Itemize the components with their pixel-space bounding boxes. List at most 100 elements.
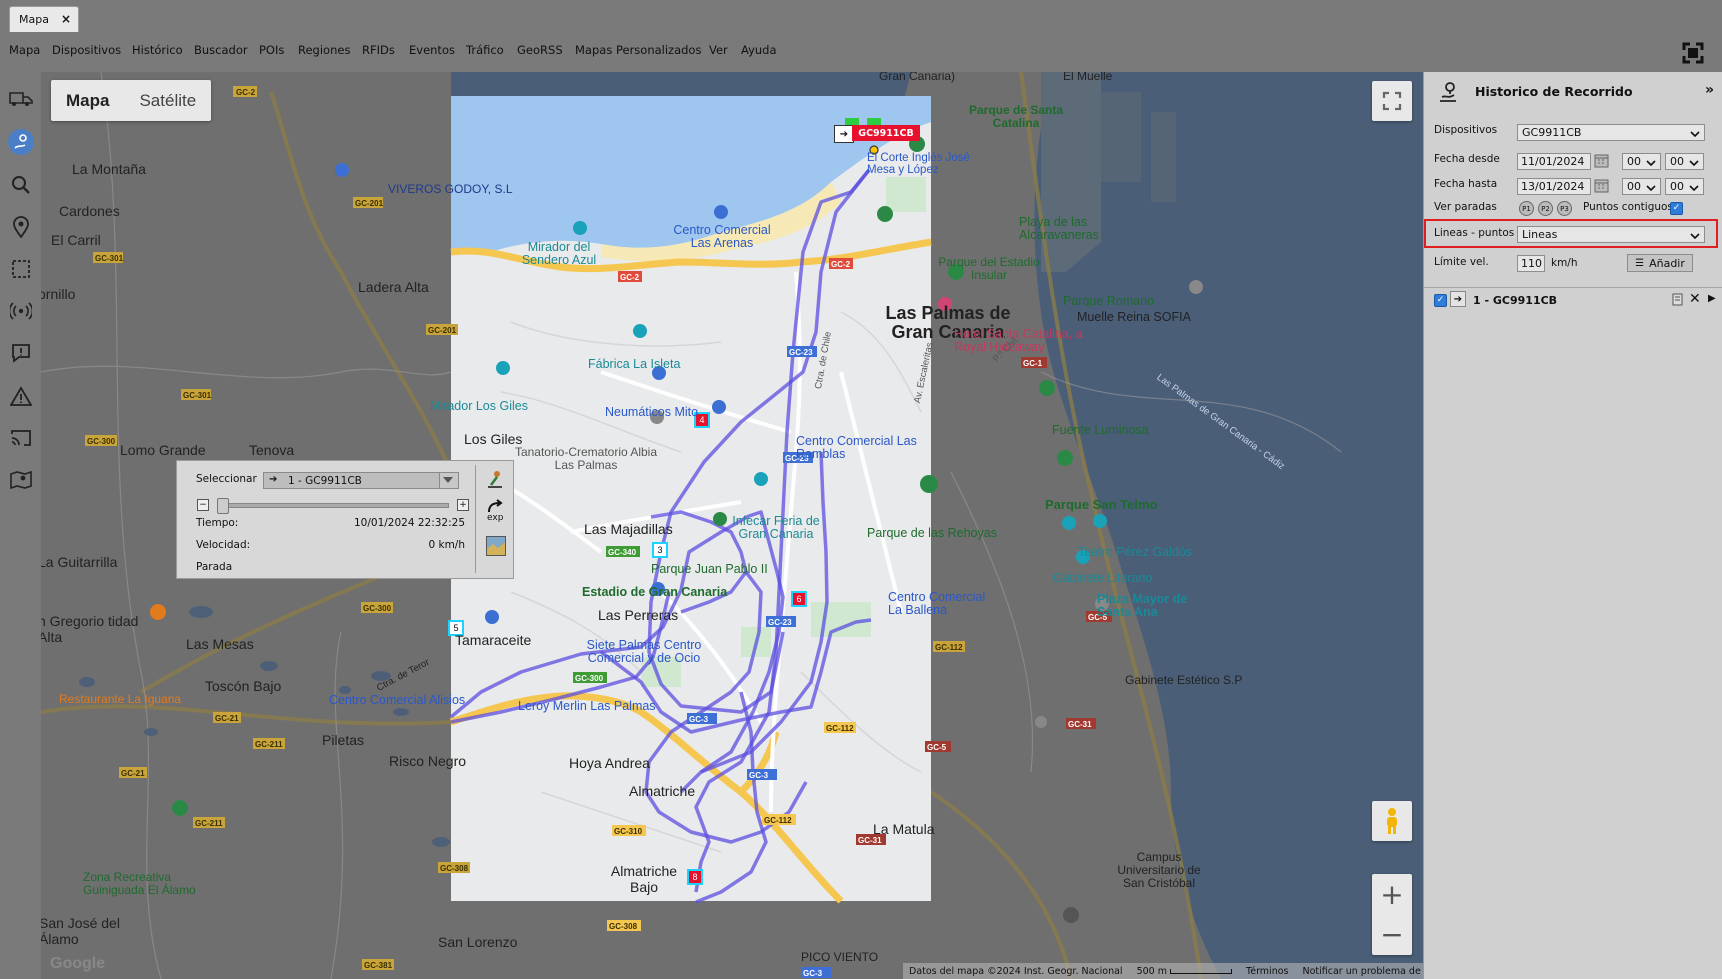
- menu-rfids[interactable]: RFIDs: [362, 43, 395, 57]
- time-slider-handle[interactable]: [217, 498, 229, 514]
- map-label: Teatro Pérez Galdós: [1078, 545, 1192, 559]
- play-route-icon[interactable]: [485, 469, 505, 489]
- alert-icon[interactable]: [8, 383, 34, 409]
- svg-text:GC-300: GC-300: [363, 604, 392, 613]
- date-to-input[interactable]: 13/01/2024: [1517, 178, 1591, 195]
- map-label: El Corte Inglés José Mesa y López: [867, 152, 970, 176]
- rfid-signal-icon[interactable]: [8, 298, 34, 324]
- zoom-out-button[interactable]: −: [1372, 914, 1412, 954]
- map-thumbnail-icon[interactable]: [486, 536, 506, 556]
- add-button[interactable]: ☰ Añadir: [1627, 254, 1693, 272]
- stop-marker-3[interactable]: 3: [652, 542, 668, 558]
- stop-filter-p2[interactable]: P2: [1538, 201, 1553, 216]
- collapse-icon[interactable]: »: [1705, 82, 1714, 98]
- menu-historico[interactable]: Histórico: [132, 43, 183, 57]
- svg-text:GC-201: GC-201: [355, 199, 384, 208]
- menu-ver[interactable]: Ver: [709, 43, 728, 57]
- message-icon[interactable]: [8, 340, 34, 366]
- cast-icon[interactable]: [8, 425, 34, 451]
- speed-label: Velocidad:: [196, 539, 251, 551]
- date-to-hour-select[interactable]: 00: [1622, 178, 1661, 195]
- menu-regiones[interactable]: Regiones: [298, 43, 350, 57]
- calendar-icon[interactable]: [1594, 153, 1609, 168]
- map-fullscreen-button[interactable]: [1372, 81, 1412, 121]
- slider-plus-button[interactable]: +: [457, 499, 469, 511]
- map-type-satellite-button[interactable]: Satélite: [124, 80, 211, 121]
- svg-text:GC-31: GC-31: [858, 836, 882, 845]
- status-text: Parada: [196, 561, 233, 573]
- contiguous-checkbox[interactable]: ✓: [1670, 202, 1683, 215]
- menu-mapa[interactable]: Mapa: [9, 43, 40, 57]
- map-label: Tanatorio-Crematorio Albia Las Palmas: [514, 445, 658, 472]
- devices-label: Dispositivos: [1434, 124, 1498, 136]
- map-label: Zona Recreativa Guiniguada El Álamo: [83, 870, 196, 897]
- expand-arrow-icon[interactable]: ▶: [1708, 293, 1716, 304]
- map-label: Playa de las Alcaravaneras: [1019, 215, 1099, 242]
- svg-text:GC-211: GC-211: [195, 819, 223, 828]
- stop-filter-p1[interactable]: P1: [1519, 201, 1534, 216]
- time-slider-track[interactable]: [217, 503, 449, 508]
- stop-marker-6[interactable]: 6: [791, 591, 807, 607]
- date-to-minute-select[interactable]: 00: [1665, 178, 1704, 195]
- menu-mapas-personalizados[interactable]: Mapas Personalizados: [575, 43, 701, 57]
- speed-limit-input[interactable]: 110: [1517, 255, 1545, 272]
- slider-minus-button[interactable]: −: [197, 499, 209, 511]
- menu-bar: Mapa Dispositivos Histórico Buscador POI…: [0, 35, 1722, 72]
- map-type-mapa-button[interactable]: Mapa: [51, 80, 124, 121]
- export-arrow-icon[interactable]: [487, 499, 505, 513]
- map-terms-link[interactable]: Términos: [1246, 966, 1288, 977]
- route-history-icon[interactable]: [8, 129, 34, 155]
- map-label: Neumáticos Mito: [605, 405, 699, 419]
- add-button-label: Añadir: [1649, 256, 1685, 270]
- fullscreen-app-icon[interactable]: [1682, 42, 1704, 64]
- map-label: Fábrica La Isleta: [588, 357, 681, 371]
- time-value: 10/01/2024 22:32:25: [353, 517, 465, 529]
- map-label: Almatriche: [629, 783, 696, 799]
- svg-text:GC-5: GC-5: [927, 743, 947, 752]
- device-select[interactable]: ➔ 1 - GC9911CB: [263, 472, 459, 489]
- map-type-control: Mapa Satélite: [51, 80, 212, 121]
- menu-dispositivos[interactable]: Dispositivos: [52, 43, 121, 57]
- zoom-control: + −: [1372, 874, 1412, 955]
- map-label: Los Giles: [464, 431, 523, 447]
- stops-label: Ver paradas: [1434, 201, 1497, 213]
- map-label: Mirador Los Giles: [430, 399, 528, 413]
- vehicle-direction-icon: ➔: [834, 125, 854, 143]
- menu-buscador[interactable]: Buscador: [194, 43, 248, 57]
- remove-route-icon[interactable]: ✕: [1689, 291, 1701, 307]
- map-pin-icon[interactable]: [8, 467, 34, 493]
- svg-text:GC-300: GC-300: [87, 437, 116, 446]
- menu-eventos[interactable]: Eventos: [409, 43, 455, 57]
- menu-trafico[interactable]: Tráfico: [466, 43, 504, 57]
- export-label[interactable]: exp: [487, 513, 503, 523]
- devices-select[interactable]: GC9911CB: [1517, 124, 1705, 141]
- route-entry-checkbox[interactable]: ✓: [1434, 294, 1447, 307]
- map-label: Centro Comercial La Ballena: [888, 590, 986, 617]
- zoom-in-button[interactable]: +: [1372, 874, 1412, 914]
- street-view-pegman-icon[interactable]: [1372, 801, 1412, 841]
- date-from-hour-select[interactable]: 00: [1622, 153, 1661, 170]
- date-to-label: Fecha hasta: [1434, 178, 1498, 190]
- close-icon[interactable]: ×: [61, 12, 71, 26]
- stop-marker-8[interactable]: 8: [687, 869, 703, 885]
- tab-label: Mapa: [19, 13, 49, 26]
- menu-pois[interactable]: POIs: [259, 43, 284, 57]
- date-from-minute-select[interactable]: 00: [1665, 153, 1704, 170]
- region-select-icon[interactable]: [8, 256, 34, 282]
- tab-mapa[interactable]: Mapa ×: [9, 6, 79, 32]
- poi-pin-icon[interactable]: [8, 214, 34, 240]
- vehicle-label[interactable]: GC9911CB: [852, 125, 920, 141]
- truck-icon[interactable]: [8, 86, 34, 112]
- map-label: Risco Negro: [389, 753, 467, 769]
- search-icon[interactable]: [8, 172, 34, 198]
- calendar-icon[interactable]: [1594, 178, 1609, 193]
- export-document-icon[interactable]: [1672, 293, 1683, 306]
- stop-filter-p3[interactable]: P3: [1557, 201, 1572, 216]
- menu-georss[interactable]: GeoRSS: [517, 43, 563, 57]
- date-from-input[interactable]: 11/01/2024: [1517, 153, 1591, 170]
- svg-text:GC-300: GC-300: [575, 674, 604, 683]
- map-label: Muelle Reina SOFIA: [1077, 310, 1191, 324]
- menu-ayuda[interactable]: Ayuda: [741, 43, 777, 57]
- svg-text:GC-23: GC-23: [768, 618, 792, 627]
- chevron-down-icon: [1690, 128, 1700, 141]
